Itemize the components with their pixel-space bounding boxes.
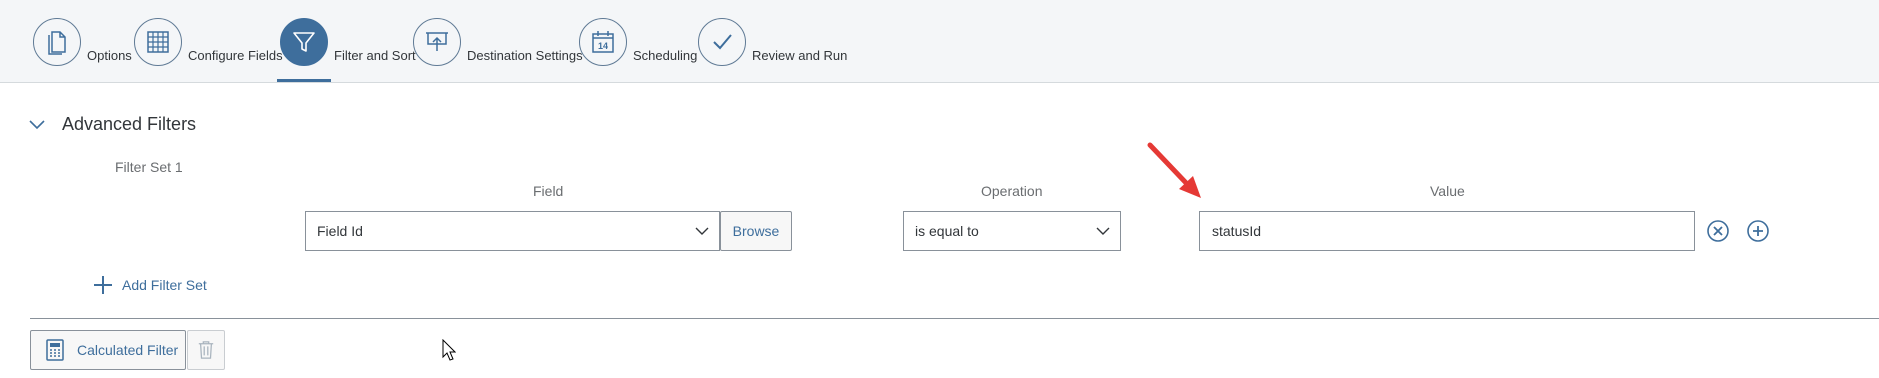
remove-condition-icon[interactable] (1706, 219, 1730, 243)
wizard-step-label: Configure Fields (188, 48, 283, 63)
calculator-icon (46, 339, 64, 361)
section-divider (30, 318, 1879, 319)
operation-select-value: is equal to (915, 223, 979, 239)
wizard-step-label: Destination Settings (467, 48, 583, 63)
calculated-filter-button[interactable]: Calculated Filter (30, 330, 186, 370)
wizard-step-label: Scheduling (633, 48, 698, 63)
calendar-icon: 14 (579, 18, 627, 66)
document-icon (33, 18, 81, 66)
delete-button[interactable] (187, 330, 225, 370)
field-select-value: Field Id (317, 223, 363, 239)
operation-column-header: Operation (981, 183, 1043, 199)
wizard-step-label: Filter and Sort (334, 48, 416, 63)
value-column-header: Value (1430, 183, 1465, 199)
browse-button[interactable]: Browse (720, 211, 792, 251)
wizard-step-label: Review and Run (752, 48, 848, 63)
calculated-filter-label: Calculated Filter (77, 342, 179, 358)
upload-board-icon (413, 18, 461, 66)
annotation-arrow-icon (1147, 142, 1201, 198)
add-filter-set-label: Add Filter Set (122, 277, 207, 293)
filter-set-label: Filter Set 1 (115, 159, 183, 175)
trash-icon (198, 341, 214, 359)
field-select[interactable]: Field Id (305, 211, 720, 251)
table-grid-icon (134, 18, 182, 66)
advanced-filters-title: Advanced Filters (62, 114, 197, 134)
plus-icon (94, 276, 112, 294)
checkmark-icon (698, 18, 746, 66)
chevron-down-icon (1096, 227, 1110, 235)
value-input[interactable]: statusId (1199, 211, 1695, 251)
wizard-step-label: Options (87, 48, 132, 63)
operation-select[interactable]: is equal to (903, 211, 1121, 251)
value-input-text: statusId (1212, 223, 1262, 239)
collapse-chevron-icon[interactable] (28, 118, 46, 132)
wizard-bar: Options Configure Fields Filter and Sort… (0, 0, 1879, 83)
field-column-header: Field (533, 183, 564, 199)
add-filter-set-button[interactable]: Add Filter Set (92, 273, 207, 297)
mouse-cursor-icon (442, 339, 456, 361)
calendar-day-text: 14 (598, 41, 608, 51)
active-step-indicator (277, 79, 331, 82)
chevron-down-icon (695, 227, 709, 235)
filter-icon (280, 18, 328, 66)
add-condition-icon[interactable] (1746, 219, 1770, 243)
